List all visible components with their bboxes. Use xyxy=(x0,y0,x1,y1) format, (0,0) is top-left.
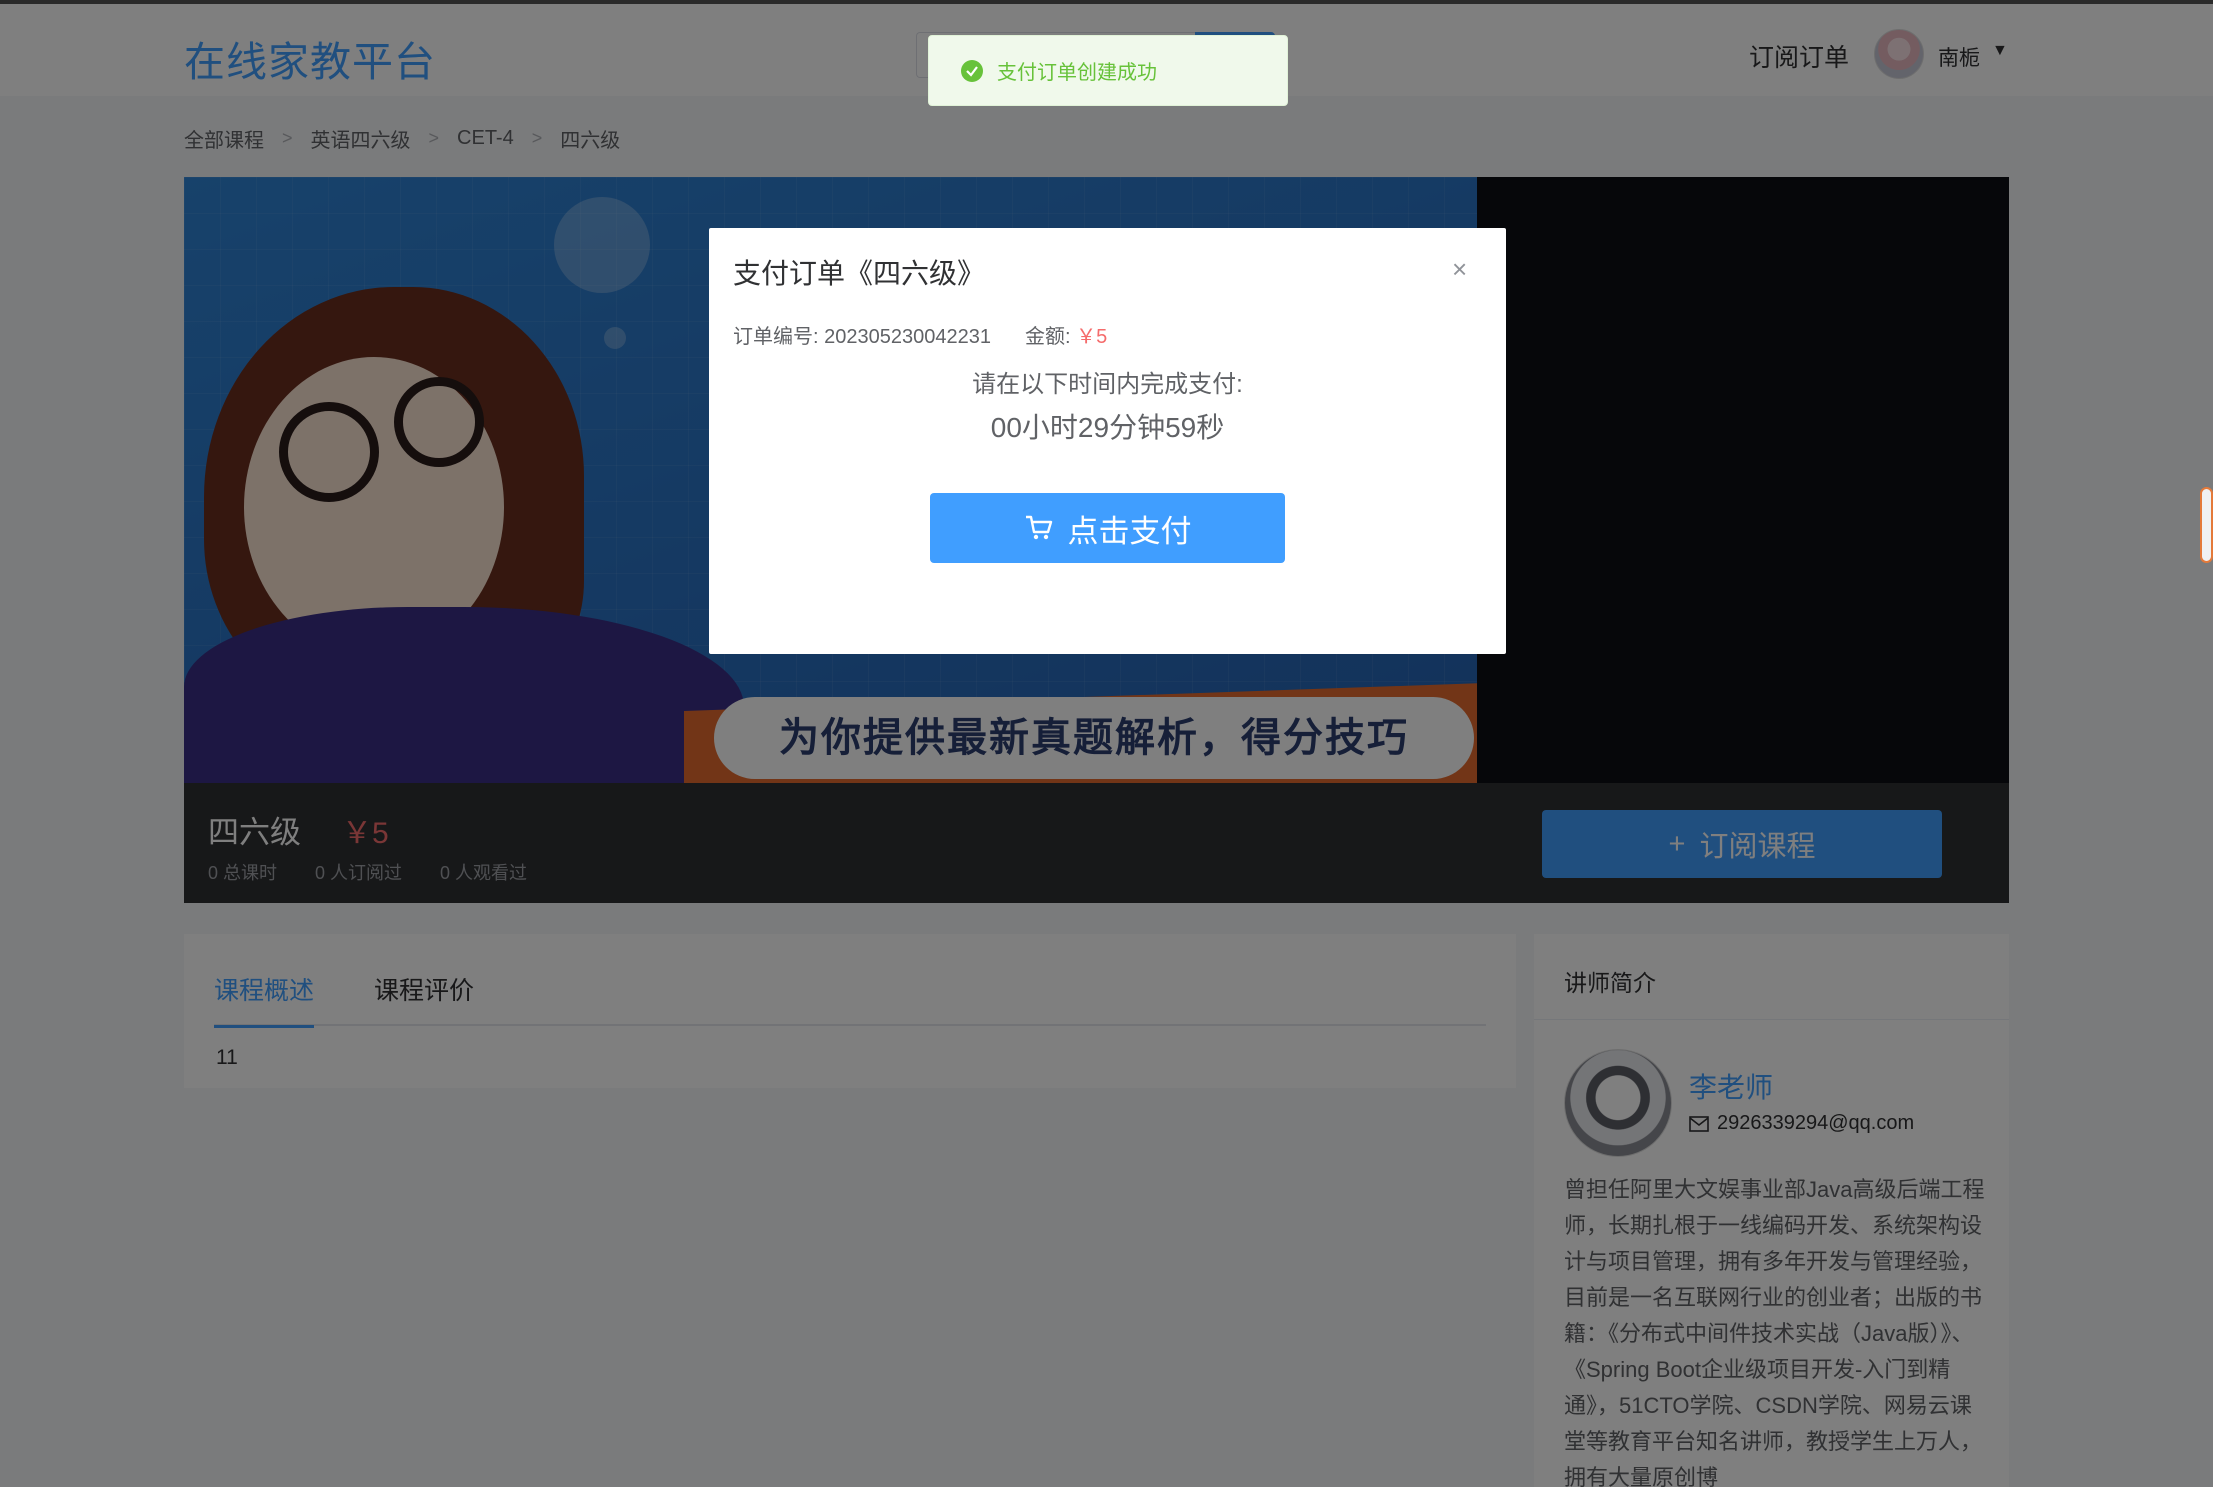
close-icon[interactable]: × xyxy=(1452,254,1467,285)
payment-dialog: 支付订单《四六级》 × 订单编号: 202305230042231 金额: ￥5… xyxy=(709,228,1506,654)
order-info: 订单编号: 202305230042231 金额: ￥5 xyxy=(733,320,1107,349)
pay-button-label: 点击支付 xyxy=(1067,513,1192,549)
order-amount-value: ￥5 xyxy=(1076,326,1108,348)
page-scrollbar-thumb[interactable] xyxy=(2200,487,2213,563)
modal-overlay[interactable] xyxy=(0,0,2213,1487)
success-toast: 支付订单创建成功 xyxy=(928,35,1288,106)
payment-hint: 请在以下时间内完成支付: xyxy=(972,371,1243,398)
order-amount: 金额: ￥5 xyxy=(1025,320,1107,349)
payment-countdown: 00小时29分钟59秒 xyxy=(990,412,1225,443)
order-amount-label: 金额: xyxy=(1024,326,1071,348)
order-number: 订单编号: 202305230042231 xyxy=(733,326,991,348)
toast-message: 支付订单创建成功 xyxy=(997,62,1157,84)
pay-button[interactable]: 点击支付 xyxy=(930,493,1285,563)
check-circle-icon xyxy=(961,59,983,82)
dialog-title: 支付订单《四六级》 xyxy=(733,258,986,289)
cart-icon xyxy=(1025,515,1052,540)
